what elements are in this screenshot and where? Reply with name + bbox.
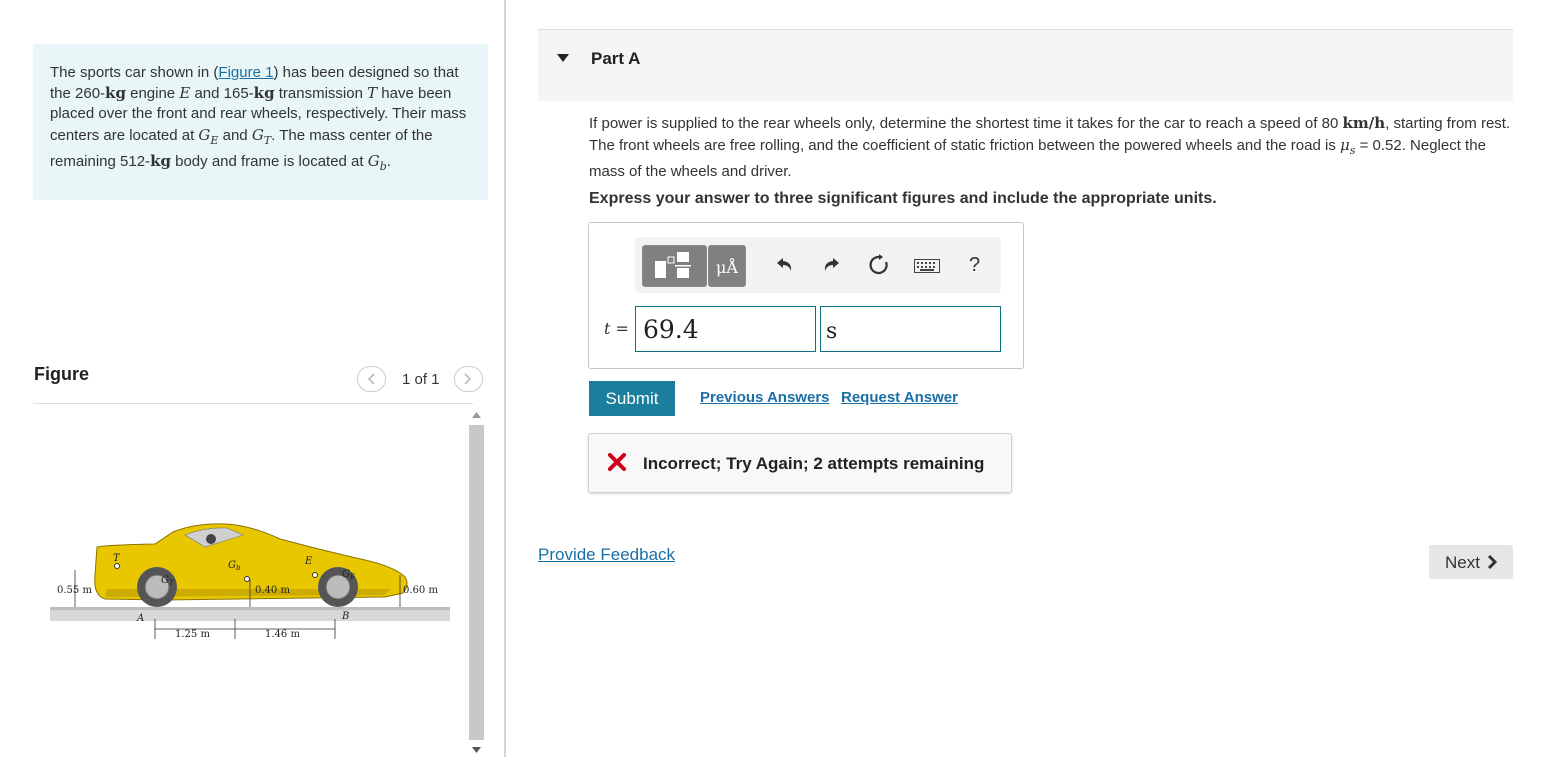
problem-statement-panel: The sports car shown in (Figure 1) has b… — [33, 44, 488, 200]
templates-button[interactable] — [642, 245, 707, 287]
scroll-down-icon[interactable] — [472, 747, 481, 753]
question-text: If power is supplied to the rear wheels … — [589, 114, 1511, 180]
part-title: Part A — [591, 49, 641, 68]
label-E: E — [304, 556, 313, 567]
rear-wheel — [137, 567, 177, 607]
chevron-right-icon — [1487, 555, 1497, 569]
help-button[interactable]: ? — [969, 254, 980, 277]
answer-value-input[interactable]: 69.4 — [635, 306, 816, 352]
redo-icon[interactable] — [822, 255, 840, 273]
keyboard-icon[interactable] — [914, 259, 940, 273]
dim-h-left: 0.55 m — [57, 585, 92, 596]
units-button[interactable]: μÅ — [708, 245, 746, 287]
dim-d1: 1.25 m — [175, 629, 210, 640]
dim-h-mid: 0.40 m — [255, 585, 290, 596]
figure-scrollbar[interactable] — [468, 407, 485, 757]
figure-divider — [33, 403, 473, 404]
chevron-right-icon — [464, 373, 472, 385]
answer-variable-label: t = — [604, 319, 629, 338]
dim-h-right: 0.60 m — [403, 585, 438, 596]
instruction-text: Express your answer to three significant… — [589, 190, 1217, 207]
provide-feedback-link[interactable]: Provide Feedback — [538, 545, 675, 565]
label-B: B — [341, 611, 349, 622]
next-button[interactable]: Next — [1429, 545, 1513, 579]
templates-icon — [655, 252, 691, 278]
next-button-label: Next — [1445, 553, 1480, 572]
caret-down-icon[interactable] — [557, 54, 569, 62]
submit-button[interactable]: Submit — [589, 381, 675, 416]
chevron-left-icon — [367, 373, 375, 385]
incorrect-x-icon — [608, 453, 626, 471]
math-toolbar: μÅ ? — [635, 237, 1001, 293]
previous-answers-link[interactable]: Previous Answers — [700, 389, 830, 406]
answer-unit-input[interactable]: s — [820, 306, 1001, 352]
label-A: A — [136, 613, 144, 624]
figure-link[interactable]: Figure 1 — [218, 64, 273, 81]
next-figure-button[interactable] — [454, 366, 483, 392]
figure-counter: 1 of 1 — [402, 371, 440, 388]
feedback-text: Incorrect; Try Again; 2 attempts remaini… — [643, 454, 985, 473]
feedback-message: Incorrect; Try Again; 2 attempts remaini… — [588, 433, 1012, 493]
scroll-up-icon[interactable] — [472, 412, 481, 418]
undo-icon[interactable] — [776, 255, 794, 273]
dim-d2: 1.46 m — [265, 629, 300, 640]
request-answer-link[interactable]: Request Answer — [841, 389, 958, 406]
figure-heading: Figure — [34, 364, 90, 384]
reset-icon[interactable] — [868, 254, 890, 276]
pane-divider — [504, 0, 506, 757]
car-figure: T Gb E GT GE A B 0.55 m 0.40 m 0.60 m 1.… — [50, 523, 450, 640]
problem-text: The sports car shown in (Figure 1) has b… — [50, 64, 467, 173]
previous-figure-button[interactable] — [357, 366, 386, 392]
part-header[interactable]: Part A — [538, 30, 1513, 101]
scrollbar-thumb[interactable] — [469, 425, 484, 740]
